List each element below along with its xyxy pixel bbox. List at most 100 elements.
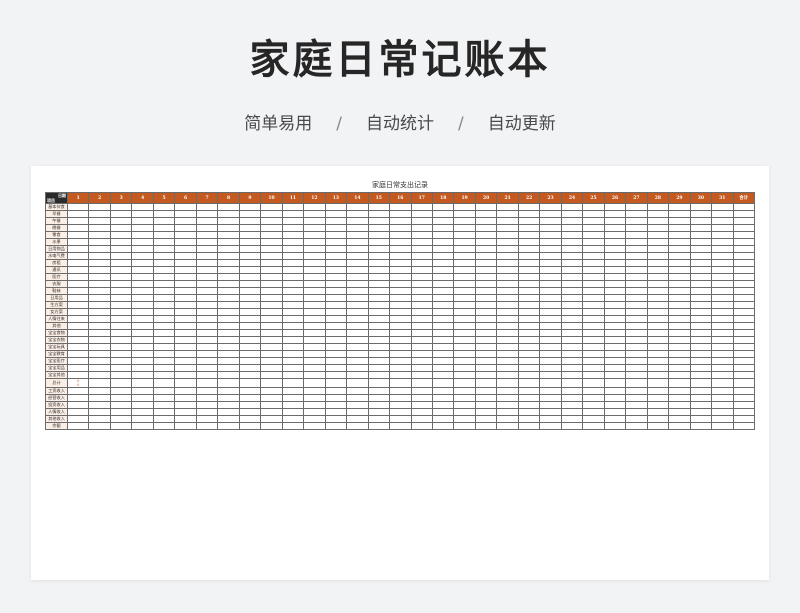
ledger-cell[interactable] xyxy=(195,280,219,288)
ledger-cell[interactable] xyxy=(66,350,90,358)
ledger-cell[interactable] xyxy=(453,415,476,423)
ledger-cell[interactable] xyxy=(131,336,154,344)
ledger-cell[interactable] xyxy=(195,266,219,274)
ledger-cell[interactable] xyxy=(174,378,197,388)
ledger-cell[interactable] xyxy=(131,364,154,372)
ledger-cell[interactable] xyxy=(324,308,348,316)
ledger-cell[interactable] xyxy=(431,408,455,416)
ledger-cell[interactable] xyxy=(88,217,111,225)
ledger-cell[interactable] xyxy=(603,343,627,351)
ledger-cell[interactable] xyxy=(281,336,305,344)
ledger-cell[interactable] xyxy=(689,350,713,358)
ledger-cell[interactable] xyxy=(646,322,670,330)
ledger-cell[interactable] xyxy=(646,238,670,246)
ledger-cell[interactable] xyxy=(88,329,111,337)
ledger-cell[interactable] xyxy=(496,301,519,309)
ledger-cell[interactable] xyxy=(474,315,498,323)
ledger-cell[interactable] xyxy=(131,315,154,323)
ledger-cell[interactable] xyxy=(668,401,691,409)
ledger-cell[interactable] xyxy=(174,315,197,323)
ledger-cell[interactable] xyxy=(346,329,369,337)
ledger-cell[interactable] xyxy=(260,210,283,218)
ledger-cell[interactable] xyxy=(131,415,154,423)
ledger-cell[interactable] xyxy=(603,408,627,416)
ledger-cell[interactable] xyxy=(174,387,197,395)
ledger-cell[interactable] xyxy=(238,259,262,267)
ledger-cell[interactable] xyxy=(367,217,391,225)
ledger-cell[interactable] xyxy=(539,308,562,316)
ledger-cell[interactable] xyxy=(303,343,326,351)
ledger-cell[interactable] xyxy=(367,294,391,302)
ledger-cell[interactable] xyxy=(625,350,648,358)
ledger-cell[interactable] xyxy=(539,273,562,281)
ledger-cell[interactable] xyxy=(389,336,412,344)
ledger-cell[interactable] xyxy=(217,387,240,395)
ledger-cell[interactable] xyxy=(109,422,133,430)
ledger-cell[interactable] xyxy=(646,357,670,365)
ledger-cell[interactable] xyxy=(66,280,90,288)
ledger-cell[interactable] xyxy=(625,245,648,253)
ledger-cell[interactable] xyxy=(560,336,584,344)
ledger-cell[interactable] xyxy=(88,315,111,323)
ledger-cell[interactable] xyxy=(711,387,734,395)
ledger-cell[interactable] xyxy=(152,301,176,309)
ledger-cell[interactable] xyxy=(582,401,605,409)
ledger-cell[interactable] xyxy=(560,301,584,309)
ledger-cell[interactable] xyxy=(174,329,197,337)
ledger-cell[interactable] xyxy=(474,394,498,402)
ledger-cell[interactable] xyxy=(174,357,197,365)
ledger-cell[interactable] xyxy=(217,357,240,365)
ledger-cell[interactable] xyxy=(410,394,433,402)
ledger-cell[interactable] xyxy=(66,371,90,379)
ledger-cell[interactable] xyxy=(152,217,176,225)
ledger-cell[interactable] xyxy=(539,245,562,253)
ledger-cell[interactable] xyxy=(217,245,240,253)
ledger-cell[interactable] xyxy=(453,394,476,402)
ledger-cell[interactable] xyxy=(732,203,756,211)
ledger-cell[interactable] xyxy=(238,329,262,337)
ledger-cell[interactable] xyxy=(646,315,670,323)
ledger-cell[interactable] xyxy=(582,308,605,316)
ledger-cell[interactable] xyxy=(582,378,605,388)
ledger-cell[interactable] xyxy=(217,329,240,337)
ledger-cell[interactable] xyxy=(217,280,240,288)
ledger-cell[interactable] xyxy=(174,245,197,253)
ledger-cell[interactable] xyxy=(582,322,605,330)
ledger-cell[interactable] xyxy=(582,329,605,337)
ledger-cell[interactable] xyxy=(625,343,648,351)
ledger-cell[interactable] xyxy=(174,422,197,430)
ledger-cell[interactable] xyxy=(303,224,326,232)
ledger-cell[interactable] xyxy=(711,252,734,260)
ledger-cell[interactable] xyxy=(646,287,670,295)
ledger-cell[interactable] xyxy=(389,224,412,232)
ledger-cell[interactable] xyxy=(711,350,734,358)
ledger-cell[interactable] xyxy=(281,231,305,239)
ledger-cell[interactable] xyxy=(582,371,605,379)
ledger-cell[interactable] xyxy=(281,238,305,246)
ledger-cell[interactable] xyxy=(152,357,176,365)
ledger-cell[interactable] xyxy=(689,371,713,379)
ledger-cell[interactable] xyxy=(109,266,133,274)
ledger-cell[interactable] xyxy=(346,287,369,295)
ledger-cell[interactable] xyxy=(109,378,133,388)
ledger-cell[interactable] xyxy=(195,387,219,395)
ledger-cell[interactable] xyxy=(303,280,326,288)
ledger-cell[interactable] xyxy=(732,357,756,365)
ledger-cell[interactable] xyxy=(174,371,197,379)
ledger-cell[interactable] xyxy=(324,350,348,358)
ledger-cell[interactable] xyxy=(431,245,455,253)
ledger-cell[interactable] xyxy=(66,343,90,351)
ledger-cell[interactable] xyxy=(625,387,648,395)
ledger-cell[interactable] xyxy=(281,252,305,260)
ledger-cell[interactable] xyxy=(66,322,90,330)
ledger-cell[interactable] xyxy=(109,259,133,267)
ledger-cell[interactable] xyxy=(582,224,605,232)
ledger-cell[interactable] xyxy=(539,357,562,365)
ledger-cell[interactable] xyxy=(66,266,90,274)
ledger-cell[interactable] xyxy=(217,203,240,211)
ledger-cell[interactable] xyxy=(260,301,283,309)
ledger-cell[interactable] xyxy=(66,315,90,323)
ledger-cell[interactable] xyxy=(303,252,326,260)
total-mark-cell[interactable]: 00 xyxy=(66,378,90,388)
ledger-cell[interactable] xyxy=(88,343,111,351)
